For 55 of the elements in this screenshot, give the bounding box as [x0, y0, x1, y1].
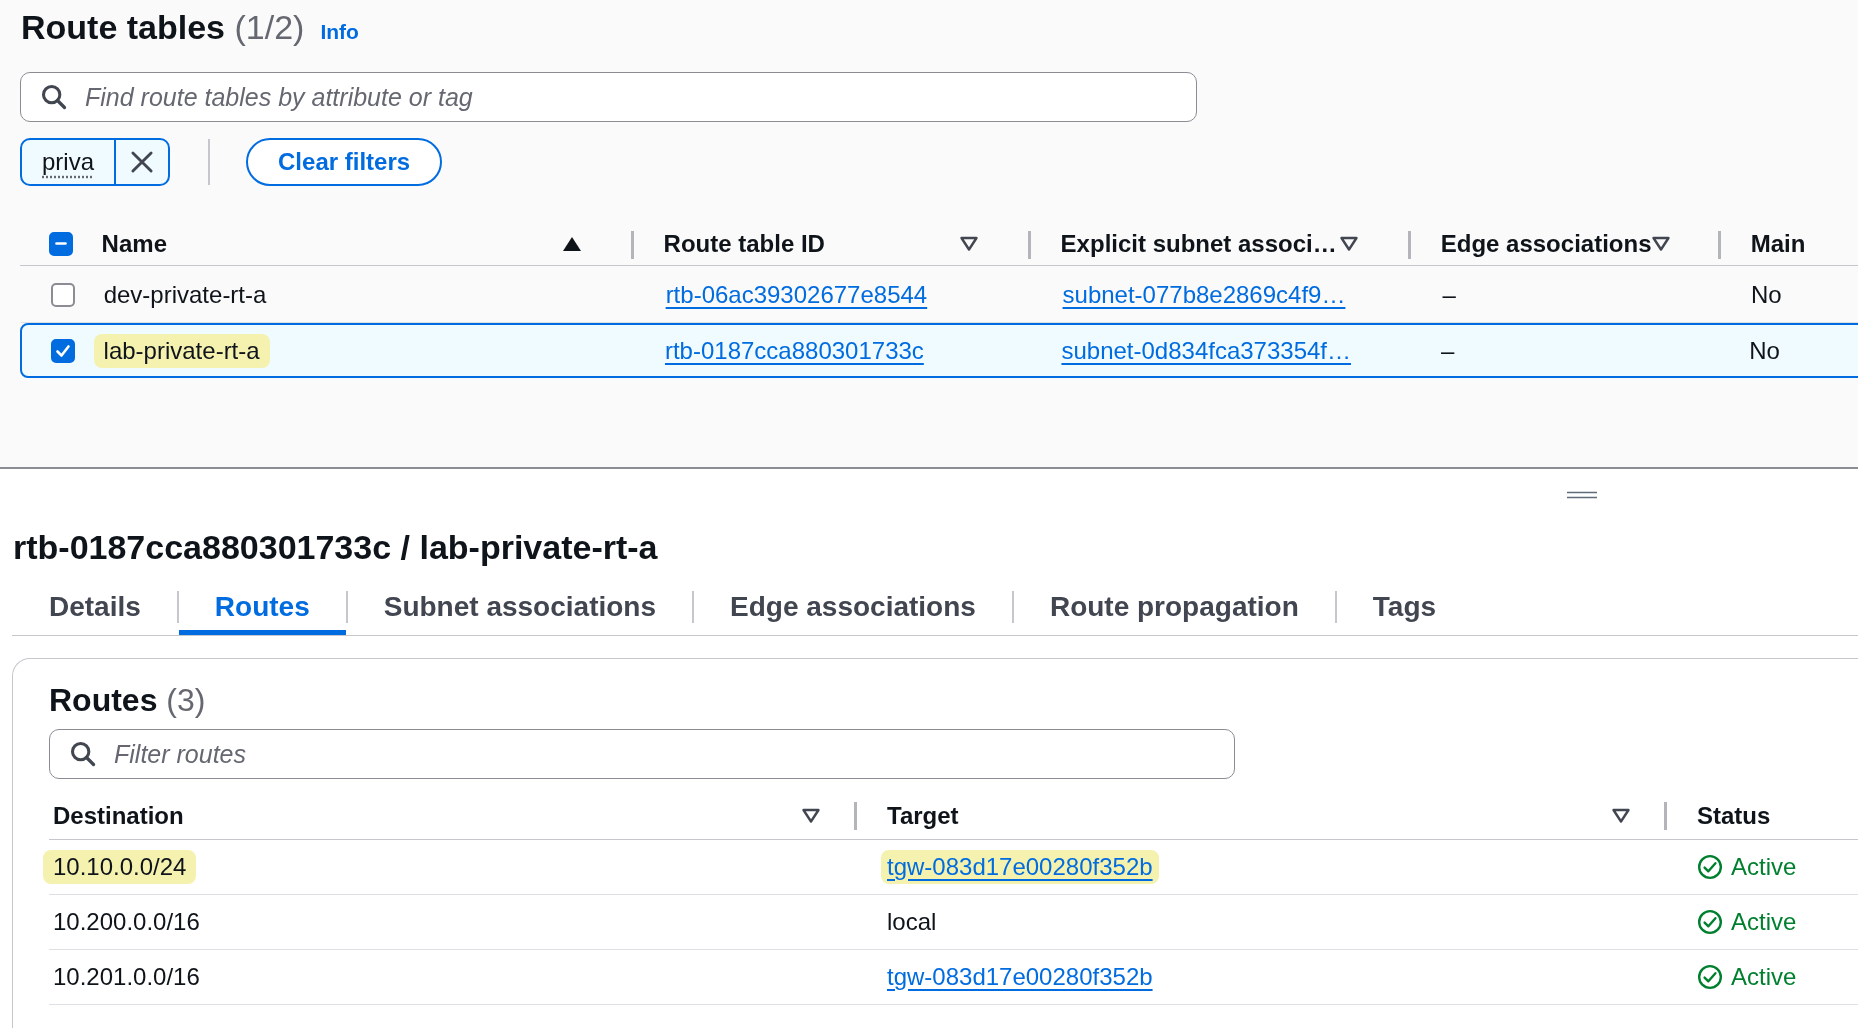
- name-cell: lab-private-rt-a: [93, 333, 270, 368]
- sort-icon[interactable]: [801, 808, 821, 824]
- detail-title: rtb-0187cca880301733c / lab-private-rt-a: [13, 527, 659, 568]
- sort-icon[interactable]: [1338, 235, 1359, 252]
- route-table-id-link[interactable]: rtb-0187cca880301733c: [664, 336, 924, 365]
- column-header[interactable]: Status: [1697, 802, 1771, 830]
- checkbox[interactable]: [48, 231, 73, 256]
- filter-token-text: priva: [41, 147, 96, 177]
- routes-title: Routes (3): [49, 681, 207, 720]
- tab[interactable]: Edge associations: [694, 579, 1012, 635]
- target-cell-text: local: [886, 907, 938, 937]
- tab[interactable]: Route propagation: [1013, 579, 1335, 635]
- edge-associations-cell-text: –: [1440, 335, 1456, 366]
- tab[interactable]: Details: [12, 579, 177, 635]
- status-text: Active: [1731, 963, 1797, 991]
- destination-cell-text: 10.201.0.0/16: [52, 962, 201, 992]
- status-text: Active: [1731, 853, 1797, 881]
- column-header[interactable]: Destination: [53, 802, 184, 830]
- sort-ascending-icon[interactable]: [561, 235, 582, 252]
- column-header[interactable]: Edge associations: [1440, 229, 1652, 258]
- edge-associations-cell-text: –: [1441, 280, 1457, 310]
- column-header[interactable]: Route table ID: [663, 229, 825, 258]
- search-icon: [40, 83, 68, 111]
- subnet-link[interactable]: subnet-0d834fca373354f…: [1061, 336, 1351, 365]
- route-table-id-link[interactable]: rtb-06ac39302677e8544: [665, 281, 928, 309]
- target-link[interactable]: tgw-083d17e00280f352b: [887, 963, 1153, 991]
- selected-row[interactable]: lab-private-rt-a rtb-0187cca880301733c subnet-0d834fca373354f… – No: [20, 323, 1858, 378]
- sort-icon[interactable]: [1651, 235, 1672, 252]
- tab[interactable]: Tags: [1336, 579, 1473, 635]
- target-link[interactable]: tgw-083d17e00280f352b: [881, 850, 1159, 884]
- destination-cell-text: 10.200.0.0/16: [52, 907, 201, 937]
- drag-handle-icon[interactable]: [1566, 491, 1598, 499]
- main-cell-text: No: [1749, 280, 1783, 310]
- page-title: Route tables (1/2): [21, 8, 305, 47]
- tab[interactable]: Routes: [178, 579, 346, 635]
- column-header[interactable]: Main: [1750, 229, 1806, 258]
- column-header[interactable]: Target: [887, 802, 959, 830]
- info-link[interactable]: Info: [320, 20, 359, 44]
- column-header[interactable]: Name: [101, 229, 167, 258]
- checkbox[interactable]: [50, 283, 75, 307]
- subnet-link[interactable]: subnet-077b8e2869c4f9…: [1062, 281, 1346, 309]
- status-text: Active: [1731, 908, 1797, 936]
- sort-icon[interactable]: [1611, 808, 1631, 824]
- search-field[interactable]: Find route tables by attribute or tag: [20, 72, 1197, 122]
- destination-cell: 10.10.0.0/24: [43, 850, 197, 884]
- clear-filters-button[interactable]: Clear filters: [246, 138, 443, 186]
- search-icon: [69, 740, 97, 768]
- sort-icon[interactable]: [958, 235, 979, 252]
- column-header[interactable]: Explicit subnet associ…: [1060, 229, 1337, 258]
- minus-icon: [54, 242, 67, 245]
- main-cell-text: No: [1748, 335, 1781, 366]
- tab[interactable]: Subnet associations: [347, 579, 693, 635]
- name-cell-text: dev-private-rt-a: [102, 280, 268, 310]
- checkbox[interactable]: [50, 338, 75, 363]
- filter-routes-field[interactable]: Filter routes: [49, 729, 1235, 779]
